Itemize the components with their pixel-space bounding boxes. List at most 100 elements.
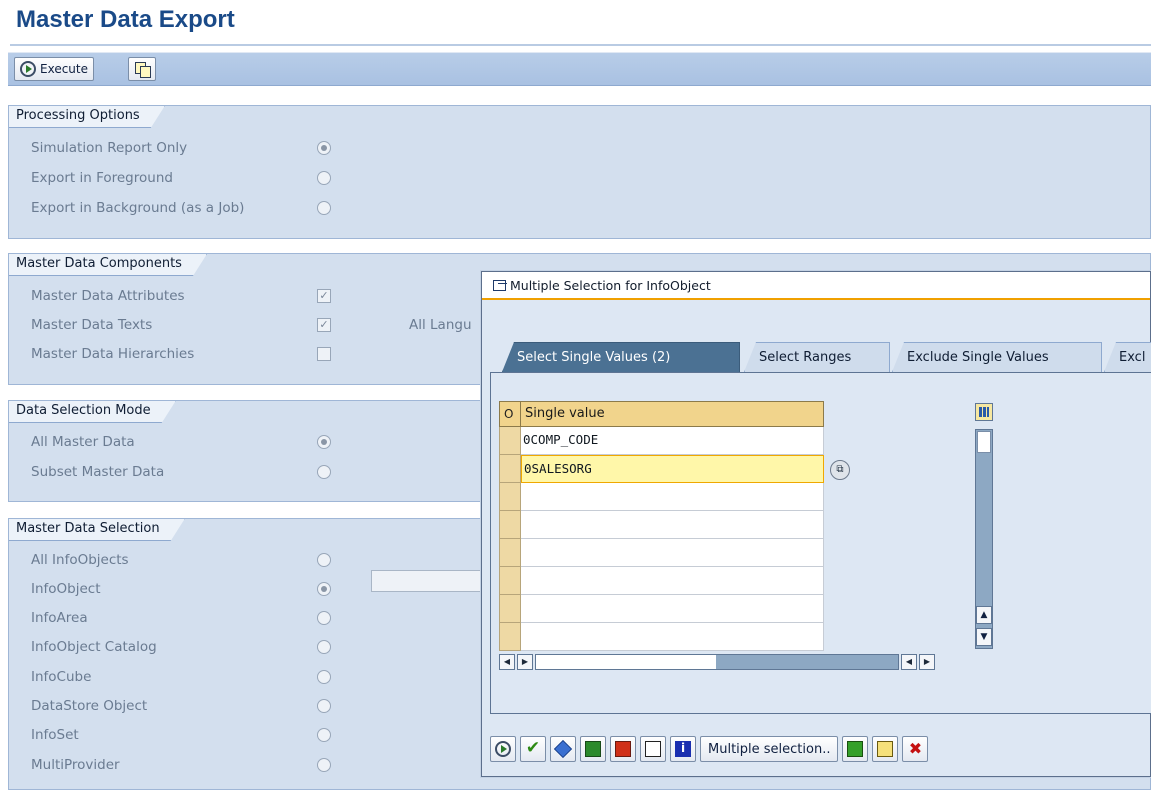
row-selector[interactable] [499,455,521,483]
tab-select-single-values[interactable]: Select Single Values (2) [502,342,740,372]
execute-icon [495,741,511,757]
value-help-icon[interactable]: ⧉ [830,460,850,480]
option-label: Export in Foreground [31,170,173,186]
component-label: Master Data Hierarchies [31,346,195,362]
tab-content: O Single value 0COMP_CODE 0SALESORG ⧉ ▲ … [490,372,1151,714]
radio-all-infoobjects[interactable] [317,553,331,567]
single-value-cell[interactable] [521,539,824,567]
copy-icon [134,61,151,78]
table-row [499,623,824,651]
radio-infoobject-catalog[interactable] [317,640,331,654]
row-selector[interactable] [499,511,521,539]
dialog-title: Multiple Selection for InfoObject [510,277,711,293]
delete-all-button[interactable] [640,736,666,762]
horizontal-scroll-thumb[interactable] [536,655,716,669]
tab-select-ranges[interactable]: Select Ranges [744,342,890,372]
single-value-cell[interactable] [521,511,824,539]
option-label: InfoSet [31,727,79,743]
radio-subset-master-data[interactable] [317,465,331,479]
single-value-cell[interactable] [521,567,824,595]
option-label: InfoObject Catalog [31,639,157,655]
insert-line-button[interactable] [580,736,606,762]
group-header: Data Selection Mode [9,401,176,423]
table-header: O Single value [499,401,824,427]
info-button[interactable]: i [670,736,696,762]
option-label: Subset Master Data [31,464,165,480]
tab-exclude-ranges[interactable]: Excl [1104,342,1151,372]
execute-button[interactable]: Execute [14,57,94,81]
single-value-cell[interactable]: 0COMP_CODE [521,427,824,455]
select-all-header[interactable]: O [499,401,521,427]
checkbox-attributes[interactable]: ✓ [317,289,331,303]
infoobject-input[interactable] [371,570,491,592]
paste-button[interactable] [872,736,899,762]
radio-infocube[interactable] [317,670,331,684]
table-row [499,567,824,595]
option-label: Simulation Report Only [31,140,188,156]
radio-all-master-data[interactable] [317,435,331,449]
row-selector[interactable] [499,427,521,455]
scroll-right-icon[interactable]: ▶ [517,654,533,670]
processing-options-group: Processing Options Simulation Report Onl… [8,105,1151,239]
option-label: All Master Data [31,434,135,450]
radio-infoarea[interactable] [317,611,331,625]
dialog-title-bar[interactable]: Multiple Selection for InfoObject [482,272,1150,300]
cancel-button[interactable]: ✖ [902,736,929,762]
maintain-button[interactable] [550,736,576,762]
radio-datastore-object[interactable] [317,699,331,713]
scroll-up-icon[interactable]: ▲ [976,606,992,624]
horizontal-scrollbar: ◀ ▶ ◀ ▶ [499,654,935,670]
application-toolbar: Execute [8,52,1151,86]
single-value-cell[interactable] [521,595,824,623]
multiple-selection-button[interactable]: Multiple selection.. [700,736,839,762]
row-selector[interactable] [499,539,521,567]
multiple-selection-dialog: Multiple Selection for InfoObject Select… [481,271,1151,777]
column-scroll-right-icon[interactable]: ▶ [919,654,935,670]
scroll-down-icon[interactable]: ▼ [976,628,992,646]
paste-icon [877,741,894,757]
row-selector[interactable] [499,623,521,651]
row-selector[interactable] [499,567,521,595]
execute-label: Execute [40,62,88,76]
column-scroll-left-icon[interactable]: ◀ [901,654,917,670]
checkbox-texts[interactable]: ✓ [317,318,331,332]
copy-variant-button[interactable] [128,57,156,81]
radio-multiprovider[interactable] [317,758,331,772]
execute-button[interactable] [490,736,516,762]
single-value-cell[interactable] [521,483,824,511]
confirm-button[interactable]: ✔ [520,736,546,762]
import-icon [847,741,864,757]
option-label: DataStore Object [31,698,148,714]
import-button[interactable] [842,736,869,762]
table-row [499,539,824,567]
option-label: Export in Background (as a Job) [31,200,245,216]
window-icon [493,279,507,291]
table-row: 0SALESORG [499,455,824,483]
checkmark-icon: ✔ [525,738,541,758]
all-languages-label: All Langu [409,317,472,333]
scroll-left-icon[interactable]: ◀ [499,654,515,670]
diamond-icon [553,739,573,759]
column-header-single-value[interactable]: Single value [521,401,824,427]
vertical-scrollbar[interactable]: ▲ ▼ [975,429,993,649]
radio-infoset[interactable] [317,728,331,742]
option-label: InfoArea [31,610,88,626]
option-label: InfoCube [31,669,92,685]
single-value-cell[interactable] [521,623,824,651]
option-label: All InfoObjects [31,552,129,568]
scroll-thumb[interactable] [977,431,991,453]
radio-export-foreground[interactable] [317,171,331,185]
radio-export-background[interactable] [317,201,331,215]
tab-exclude-single-values[interactable]: Exclude Single Values [892,342,1102,372]
radio-infoobject[interactable] [317,582,331,596]
info-icon: i [675,741,691,757]
delete-line-button[interactable] [610,736,636,762]
radio-simulation-report[interactable] [317,141,331,155]
row-selector[interactable] [499,595,521,623]
column-configuration-icon[interactable] [975,403,993,421]
checkbox-hierarchies[interactable] [317,347,331,361]
row-selector[interactable] [499,483,521,511]
single-value-cell[interactable]: 0SALESORG [521,455,824,483]
component-label: Master Data Texts [31,317,153,333]
horizontal-scroll-track[interactable] [535,654,899,670]
